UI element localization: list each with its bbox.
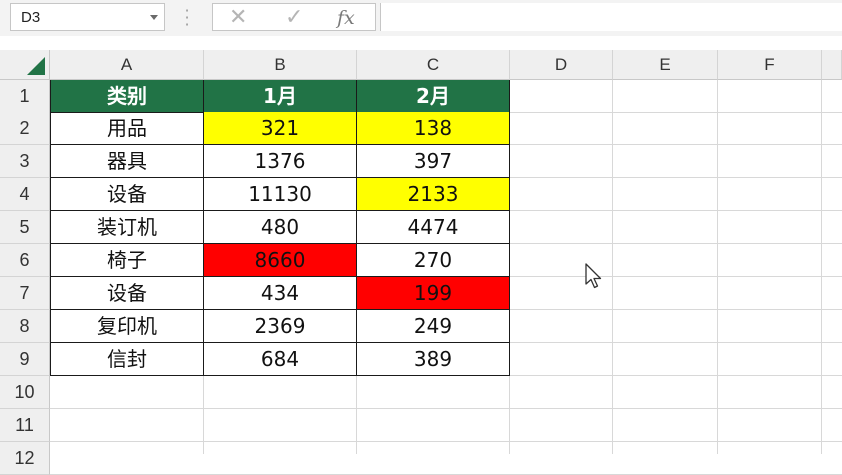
table-cell[interactable]: 389 [357, 343, 510, 376]
table-cell[interactable]: 椅子 [50, 244, 204, 277]
table-cell[interactable]: 199 [357, 277, 510, 310]
table-cell[interactable]: 8660 [204, 244, 357, 277]
check-icon[interactable]: ✓ [285, 4, 303, 32]
row-header-1[interactable]: 1 [0, 80, 50, 113]
column-header-a[interactable]: A [50, 50, 204, 80]
table-cell[interactable]: 器具 [50, 145, 204, 178]
table-header-cell[interactable]: 类别 [50, 80, 204, 113]
column-header-e[interactable]: E [613, 50, 718, 80]
column-header-d[interactable]: D [510, 50, 613, 80]
fx-icon[interactable]: fx [337, 4, 355, 32]
table-cell[interactable]: 270 [357, 244, 510, 277]
row-header-9[interactable]: 9 [0, 343, 50, 376]
table-cell[interactable]: 480 [204, 211, 357, 244]
table-cell[interactable]: 2369 [204, 310, 357, 343]
column-header-b[interactable]: B [204, 50, 357, 80]
select-all-corner[interactable] [0, 50, 50, 80]
row-header-11[interactable]: 11 [0, 409, 50, 442]
row-header-10[interactable]: 10 [0, 376, 50, 409]
row-header-6[interactable]: 6 [0, 244, 50, 277]
chevron-down-icon[interactable] [150, 15, 158, 20]
formula-buttons: ✕ ✓ fx [212, 3, 376, 31]
gridline-vertical [821, 80, 822, 454]
formula-input[interactable] [380, 3, 842, 31]
row-header-12[interactable]: 12 [0, 442, 50, 475]
table-header-cell[interactable]: 1月 [204, 80, 357, 113]
table-cell[interactable]: 434 [204, 277, 357, 310]
gridline-horizontal [50, 408, 842, 409]
table-cell[interactable]: 1376 [204, 145, 357, 178]
table-cell[interactable]: 138 [357, 112, 510, 145]
table-cell[interactable]: 设备 [50, 277, 204, 310]
close-icon[interactable]: ✕ [229, 4, 247, 32]
gridline-vertical [612, 80, 613, 454]
column-header-c[interactable]: C [357, 50, 510, 80]
table-cell[interactable]: 装订机 [50, 211, 204, 244]
column-header-f[interactable]: F [718, 50, 822, 80]
row-header-7[interactable]: 7 [0, 277, 50, 310]
name-box-value: D3 [21, 9, 41, 26]
gridline-horizontal [50, 441, 842, 442]
table-cell[interactable]: 设备 [50, 178, 204, 211]
table-cell[interactable]: 11130 [204, 178, 357, 211]
table-header-cell[interactable]: 2月 [357, 80, 510, 113]
column-header-next[interactable] [822, 50, 842, 80]
row-header-5[interactable]: 5 [0, 211, 50, 244]
formula-bar-area: D3 · · · ✕ ✓ fx [0, 0, 842, 37]
table-cell[interactable]: 249 [357, 310, 510, 343]
row-header-8[interactable]: 8 [0, 310, 50, 343]
table-cell[interactable]: 复印机 [50, 310, 204, 343]
row-header-4[interactable]: 4 [0, 178, 50, 211]
table-cell[interactable]: 用品 [50, 112, 204, 145]
gridline-vertical [717, 80, 718, 454]
row-header-2[interactable]: 2 [0, 112, 50, 145]
row-header-3[interactable]: 3 [0, 145, 50, 178]
formula-gap [0, 36, 842, 50]
table-cell[interactable]: 2133 [357, 178, 510, 211]
table-cell[interactable]: 397 [357, 145, 510, 178]
table-cell[interactable]: 信封 [50, 343, 204, 376]
mouse-pointer-icon [585, 263, 602, 289]
table-cell[interactable]: 4474 [357, 211, 510, 244]
more-options-icon[interactable]: · · · [182, 3, 192, 33]
select-all-triangle-icon [27, 57, 45, 75]
table-cell[interactable]: 321 [204, 112, 357, 145]
table-cell[interactable]: 684 [204, 343, 357, 376]
name-box[interactable]: D3 [10, 3, 165, 31]
